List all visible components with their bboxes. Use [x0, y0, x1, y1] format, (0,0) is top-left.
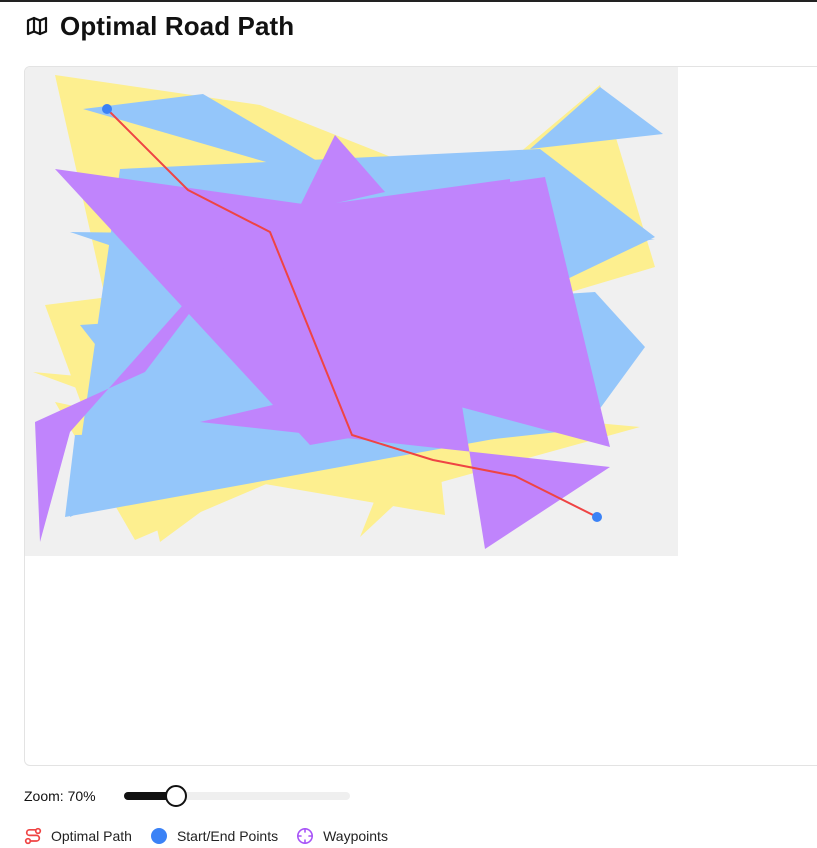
zoom-label: Zoom: 70%: [24, 788, 96, 804]
legend-label: Waypoints: [323, 828, 388, 844]
legend-item-waypoints: Waypoints: [296, 827, 388, 845]
map-legend: Optimal Path Start/End Points Waypoints: [24, 824, 406, 848]
zoom-control: Zoom: 70%: [24, 784, 350, 808]
zoom-slider[interactable]: [124, 784, 350, 808]
legend-label: Optimal Path: [51, 828, 132, 844]
route-icon: [24, 827, 42, 845]
regions-layer: [33, 75, 663, 549]
map-container[interactable]: [24, 66, 817, 766]
dot-icon: [150, 827, 168, 845]
map-icon: [24, 13, 50, 39]
zoom-slider-thumb[interactable]: [164, 785, 187, 807]
legend-item-optimal-path: Optimal Path: [24, 827, 132, 845]
start-point[interactable]: [102, 104, 112, 114]
legend-label: Start/End Points: [176, 828, 279, 844]
road-map-canvas[interactable]: [25, 67, 817, 766]
crosshair-icon: [296, 827, 314, 845]
page-header: Optimal Road Path: [24, 8, 294, 44]
page-title: Optimal Road Path: [60, 10, 295, 41]
end-point[interactable]: [592, 512, 602, 522]
legend-item-start-end-points: Start/End Points: [150, 827, 278, 845]
app-page: Optimal Road Path Zoom: 70% Optimal Path…: [0, 0, 817, 848]
